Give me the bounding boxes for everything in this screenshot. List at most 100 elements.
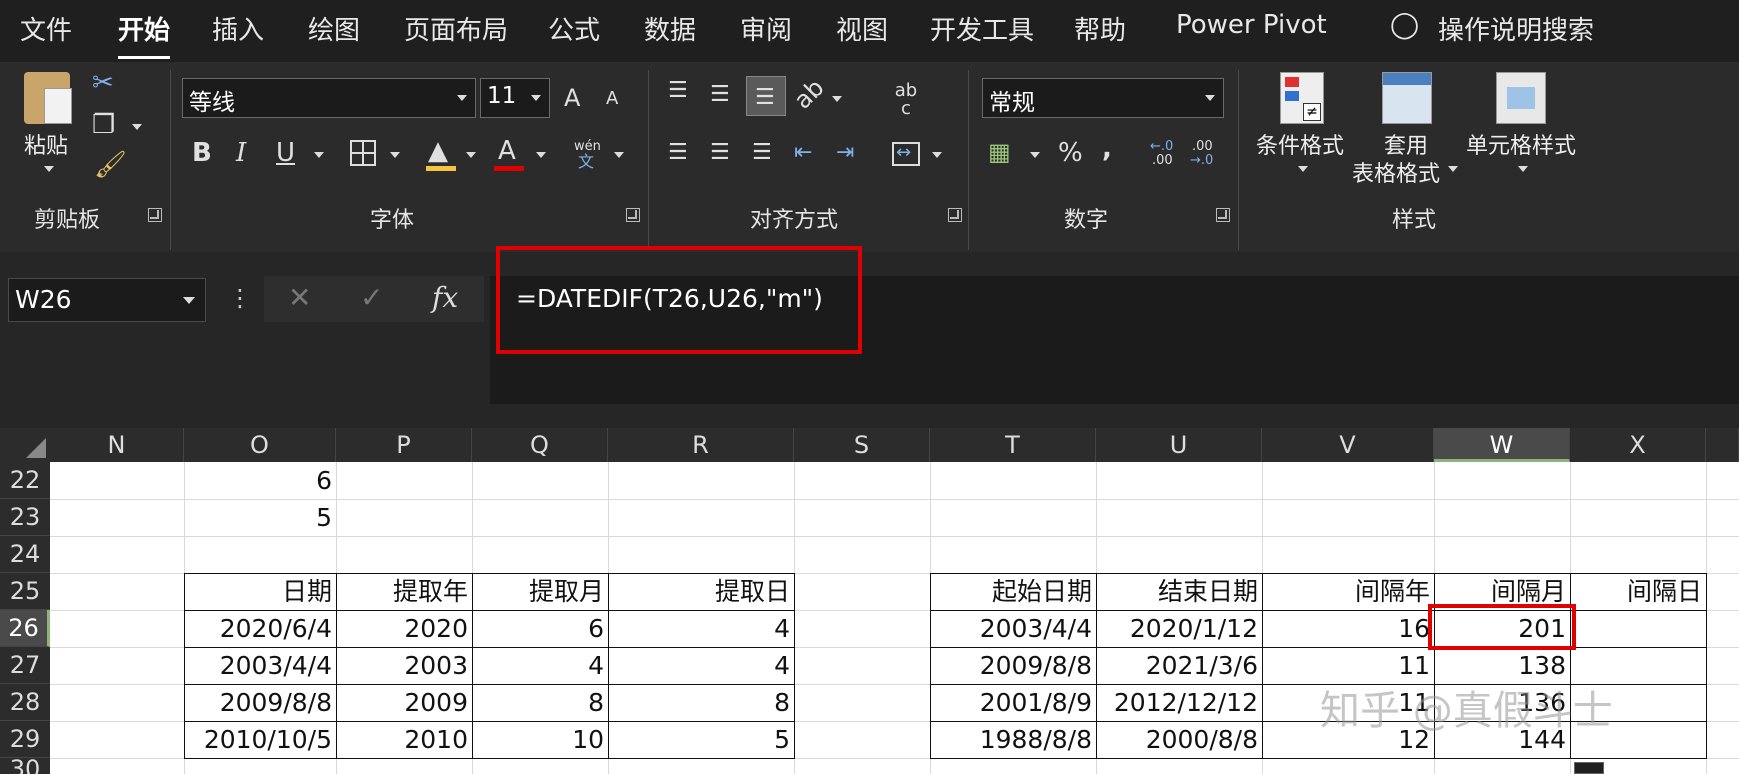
tab-view[interactable]: 视图 xyxy=(836,10,888,47)
row-header-29[interactable]: 29 xyxy=(0,721,50,758)
paste-dropdown-icon[interactable] xyxy=(44,166,54,172)
cancel-entry-icon[interactable]: ✕ xyxy=(288,284,311,312)
tab-insert[interactable]: 插入 xyxy=(212,10,264,47)
select-all-corner[interactable] xyxy=(0,428,50,462)
tab-page-layout[interactable]: 页面布局 xyxy=(404,10,508,47)
table-cell[interactable]: 4 xyxy=(608,648,794,684)
table-cell[interactable]: 6 xyxy=(472,611,608,647)
cut-icon[interactable]: ✂ xyxy=(92,70,114,96)
bold-button[interactable]: B xyxy=(192,140,212,166)
align-middle-icon[interactable]: ☰ xyxy=(710,84,730,106)
column-header-u[interactable]: U xyxy=(1096,428,1262,462)
font-color-dropdown-icon[interactable] xyxy=(536,152,546,158)
table-cell[interactable]: 2009/8/8 xyxy=(184,685,336,721)
table-cell[interactable]: 2003/4/4 xyxy=(184,648,336,684)
table-cell[interactable]: 2020 xyxy=(336,611,472,647)
table-cell[interactable]: 2010/10/5 xyxy=(184,722,336,758)
clipboard-launcher-icon[interactable] xyxy=(148,208,162,222)
tab-developer[interactable]: 开发工具 xyxy=(930,10,1034,47)
table-cell[interactable]: 2003 xyxy=(336,648,472,684)
table-cell[interactable]: 16 xyxy=(1262,611,1434,647)
cell-styles-button[interactable]: 单元格样式 xyxy=(1466,128,1576,160)
quick-analysis-icon[interactable] xyxy=(1574,762,1604,774)
table-cell[interactable]: 8 xyxy=(472,685,608,721)
table-cell[interactable]: 4 xyxy=(472,648,608,684)
paste-icon[interactable] xyxy=(24,72,72,124)
underline-dropdown-icon[interactable] xyxy=(314,152,324,158)
cell-o22[interactable]: 6 xyxy=(184,463,336,499)
row-header-26[interactable]: 26 xyxy=(0,610,50,647)
accounting-format-icon[interactable]: ▦ xyxy=(988,140,1011,164)
format-painter-icon[interactable]: 🖌 xyxy=(94,152,127,178)
grow-font-button[interactable]: A xyxy=(564,86,580,110)
table-cell[interactable]: 1988/8/8 xyxy=(930,722,1096,758)
column-header-o[interactable]: O xyxy=(184,428,336,462)
copy-icon[interactable]: ❐ xyxy=(92,112,115,138)
header-end-date[interactable]: 结束日期 xyxy=(1096,574,1262,610)
header-extract-year[interactable]: 提取年 xyxy=(336,574,472,610)
lightbulb-icon[interactable]: ◯ xyxy=(1390,10,1419,40)
decrease-decimal-button[interactable]: →.0 xyxy=(1190,154,1213,167)
table-cell[interactable]: 2010 xyxy=(336,722,472,758)
table-cell[interactable]: 2020/1/12 xyxy=(1096,611,1262,647)
italic-button[interactable]: I xyxy=(236,140,246,166)
shrink-font-button[interactable]: A xyxy=(606,90,618,108)
header-interval-years[interactable]: 间隔年 xyxy=(1262,574,1434,610)
percent-style-button[interactable]: % xyxy=(1058,140,1083,166)
column-header-s[interactable]: S xyxy=(794,428,930,462)
align-right-icon[interactable]: ☰ xyxy=(752,142,772,164)
underline-button[interactable]: U xyxy=(276,140,295,166)
merge-center-icon[interactable]: ↔ xyxy=(892,142,920,166)
conditional-dropdown-icon[interactable] xyxy=(1298,166,1308,172)
tab-home[interactable]: 开始 xyxy=(118,10,171,59)
tab-power-pivot[interactable]: Power Pivot xyxy=(1176,10,1327,40)
borders-icon[interactable] xyxy=(350,140,376,166)
tab-help[interactable]: 帮助 xyxy=(1074,10,1126,47)
tab-formulas[interactable]: 公式 xyxy=(548,10,600,47)
format-as-table-icon[interactable] xyxy=(1382,72,1432,124)
cell-o23[interactable]: 5 xyxy=(184,500,336,536)
increase-indent-icon[interactable]: ⇥ xyxy=(836,142,854,164)
increase-decimal-button[interactable]: .00 xyxy=(1152,154,1173,167)
align-center-icon[interactable]: ☰ xyxy=(710,142,730,164)
row-header-24[interactable]: 24 xyxy=(0,536,50,573)
column-header-partial[interactable] xyxy=(1706,428,1739,462)
column-header-x[interactable]: X xyxy=(1570,428,1706,462)
font-name-combo[interactable]: 等线 xyxy=(182,78,476,118)
align-left-icon[interactable]: ☰ xyxy=(668,142,688,164)
column-header-v[interactable]: V xyxy=(1262,428,1434,462)
row-header-30[interactable]: 30 xyxy=(0,758,50,774)
conditional-format-button[interactable]: 条件格式 xyxy=(1256,128,1344,160)
format-as-table-button[interactable]: 表格格式 xyxy=(1352,156,1440,188)
accounting-dropdown-icon[interactable] xyxy=(1030,152,1040,158)
column-header-w[interactable]: W xyxy=(1434,428,1570,462)
number-format-combo[interactable]: 常规 xyxy=(982,78,1224,118)
confirm-entry-icon[interactable]: ✓ xyxy=(360,284,383,312)
table-cell[interactable]: 10 xyxy=(472,722,608,758)
table-cell[interactable]: 5 xyxy=(608,722,794,758)
tell-me-search[interactable]: 操作说明搜索 xyxy=(1438,10,1594,47)
conditional-format-icon[interactable]: ≠ xyxy=(1280,72,1324,124)
table-cell[interactable]: 4 xyxy=(608,611,794,647)
name-box[interactable]: W26 xyxy=(8,278,206,322)
phonetic-guide-icon[interactable]: 文 xyxy=(578,154,594,170)
header-interval-days[interactable]: 间隔日 xyxy=(1570,574,1706,610)
cell-styles-dropdown-icon[interactable] xyxy=(1518,166,1528,172)
alignment-launcher-icon[interactable] xyxy=(948,208,962,222)
row-header-27[interactable]: 27 xyxy=(0,647,50,684)
column-header-q[interactable]: Q xyxy=(472,428,608,462)
row-header-28[interactable]: 28 xyxy=(0,684,50,721)
table-cell[interactable]: 2000/8/8 xyxy=(1096,722,1262,758)
column-header-t[interactable]: T xyxy=(930,428,1096,462)
column-header-p[interactable]: P xyxy=(336,428,472,462)
table-cell[interactable]: 2009 xyxy=(336,685,472,721)
font-size-combo[interactable]: 11 xyxy=(480,78,550,118)
phonetic-dropdown-icon[interactable] xyxy=(614,152,624,158)
paste-button[interactable]: 粘贴 xyxy=(24,128,68,160)
cell-styles-icon[interactable] xyxy=(1496,72,1546,124)
header-start-date[interactable]: 起始日期 xyxy=(930,574,1096,610)
align-top-icon[interactable]: ☰ xyxy=(668,80,688,102)
wrap-text-icon[interactable]: ab c xyxy=(894,82,918,118)
copy-dropdown-icon[interactable] xyxy=(132,124,142,130)
header-extract-day[interactable]: 提取日 xyxy=(608,574,794,610)
